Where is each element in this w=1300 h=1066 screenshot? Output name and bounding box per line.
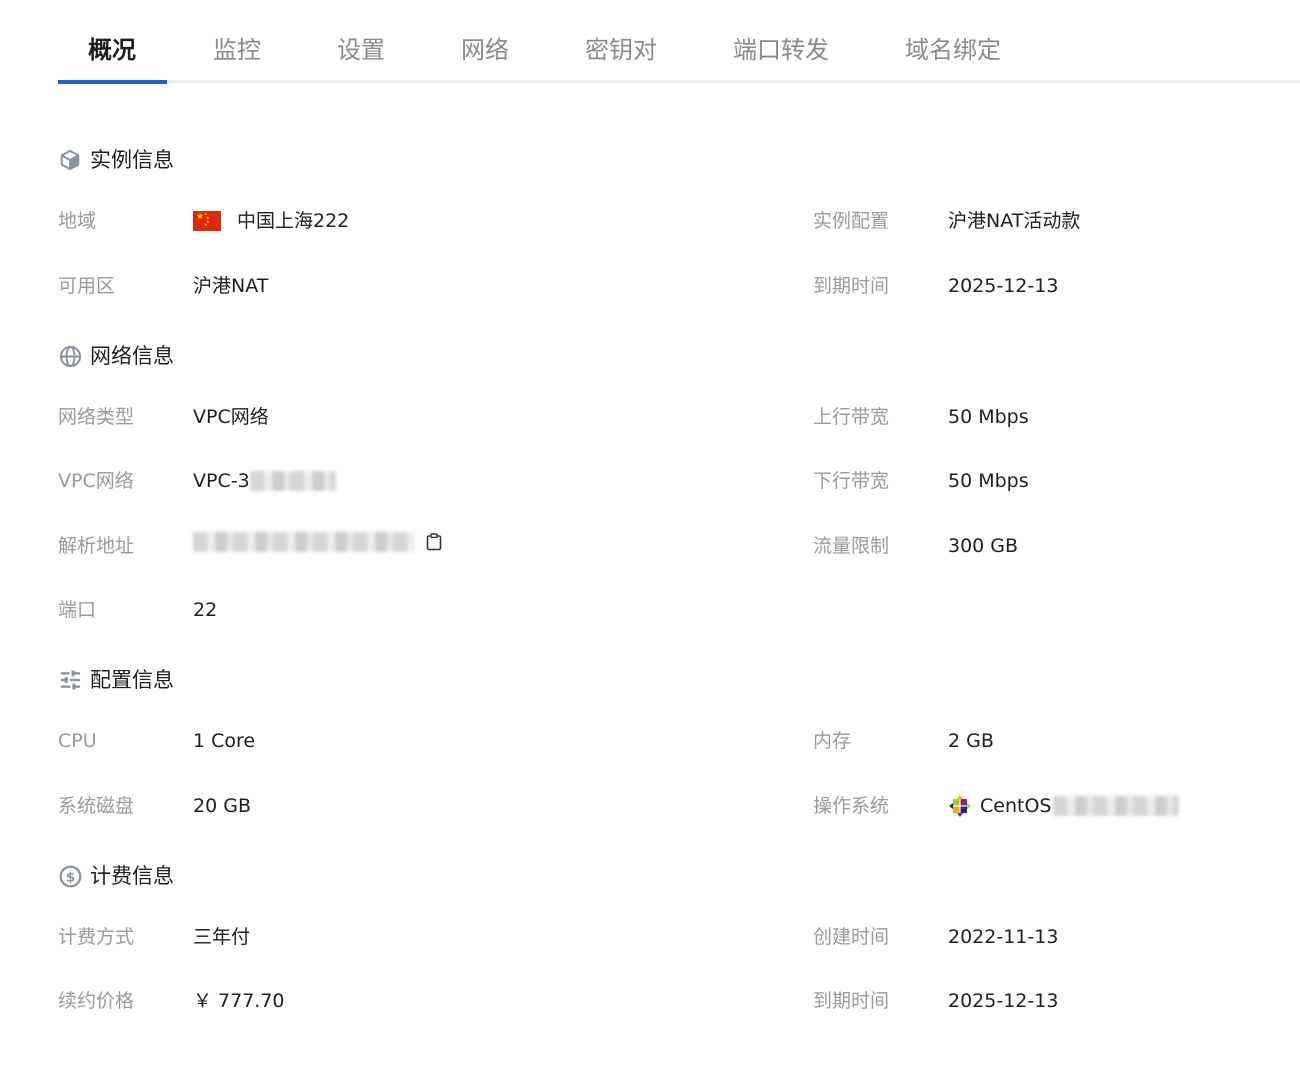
billing-expire-label: 到期时间 (813, 990, 890, 1012)
section-network-info: 网络信息 (58, 341, 174, 371)
network-type-value: VPC网络 (193, 406, 269, 428)
spec-value: 沪港NAT活动款 (948, 210, 1081, 232)
tab-settings[interactable]: 设置 (337, 32, 385, 68)
vpc-value: VPC-3 (193, 467, 336, 495)
section-title: 计费信息 (90, 864, 174, 888)
renew-price-label: 续约价格 (58, 990, 135, 1012)
china-flag-icon: ★ ★ ★ ★ ★ (193, 211, 221, 231)
region-label: 地域 (58, 210, 97, 232)
tab-bar: 概况 监控 设置 网络 密钥对 端口转发 域名绑定 (58, 0, 1300, 84)
tab-overview[interactable]: 概况 (88, 32, 136, 68)
cube-icon (58, 148, 82, 172)
section-title: 实例信息 (90, 148, 174, 172)
tab-domain-binding[interactable]: 域名绑定 (905, 32, 1001, 68)
memory-label: 内存 (813, 730, 852, 752)
created-time-value: 2022-11-13 (948, 926, 1059, 948)
active-tab-indicator (58, 80, 167, 84)
expire-label: 到期时间 (813, 275, 890, 297)
port-value: 22 (193, 599, 218, 621)
download-bandwidth-value: 50 Mbps (948, 470, 1029, 492)
section-instance-info: 实例信息 (58, 145, 174, 175)
traffic-limit-label: 流量限制 (813, 535, 890, 557)
globe-icon (58, 344, 82, 368)
region-text: 中国上海222 (237, 210, 350, 232)
copy-icon[interactable] (425, 533, 443, 551)
resolve-address-label: 解析地址 (58, 535, 135, 557)
zone-label: 可用区 (58, 275, 116, 297)
cpu-label: CPU (58, 730, 97, 752)
redacted-block (193, 532, 415, 552)
upload-bandwidth-label: 上行带宽 (813, 406, 890, 428)
tab-bar-divider (58, 80, 1300, 83)
zone-value: 沪港NAT (193, 275, 269, 297)
tab-network[interactable]: 网络 (461, 32, 509, 68)
spec-label: 实例配置 (813, 210, 890, 232)
cpu-value: 1 Core (193, 730, 256, 752)
billing-expire-value: 2025-12-13 (948, 990, 1059, 1012)
billing-method-value: 三年付 (193, 926, 251, 948)
created-time-label: 创建时间 (813, 926, 890, 948)
svg-text:$: $ (65, 870, 74, 885)
centos-icon (949, 795, 971, 817)
download-bandwidth-label: 下行带宽 (813, 470, 890, 492)
memory-value: 2 GB (948, 730, 994, 752)
traffic-limit-value: 300 GB (948, 535, 1019, 557)
vpc-label: VPC网络 (58, 470, 134, 492)
upload-bandwidth-value: 50 Mbps (948, 406, 1029, 428)
dollar-coin-icon: $ (58, 864, 82, 888)
region-value: ★ ★ ★ ★ ★ 中国上海222 (193, 207, 349, 235)
resolve-address-value (193, 532, 443, 552)
tab-keypair[interactable]: 密钥对 (585, 32, 657, 68)
billing-method-label: 计费方式 (58, 926, 135, 948)
vpc-text: VPC-3 (193, 470, 250, 492)
os-label: 操作系统 (813, 795, 890, 817)
network-type-label: 网络类型 (58, 406, 135, 428)
renew-price-value: ￥ 777.70 (193, 990, 285, 1012)
os-value: CentOS (948, 792, 1180, 820)
expire-value: 2025-12-13 (948, 275, 1059, 297)
port-label: 端口 (58, 599, 97, 621)
os-text: CentOS (980, 795, 1052, 817)
tab-monitor[interactable]: 监控 (213, 32, 261, 68)
redacted-block (1053, 796, 1180, 816)
section-title: 网络信息 (90, 344, 174, 368)
tab-port-forward[interactable]: 端口转发 (733, 32, 829, 68)
system-disk-value: 20 GB (193, 795, 251, 817)
redacted-block (249, 471, 336, 491)
section-config-info: 配置信息 (58, 665, 174, 695)
section-billing-info: $ 计费信息 (58, 861, 174, 891)
sliders-icon (58, 668, 82, 692)
system-disk-label: 系统磁盘 (58, 795, 135, 817)
section-title: 配置信息 (90, 668, 174, 692)
